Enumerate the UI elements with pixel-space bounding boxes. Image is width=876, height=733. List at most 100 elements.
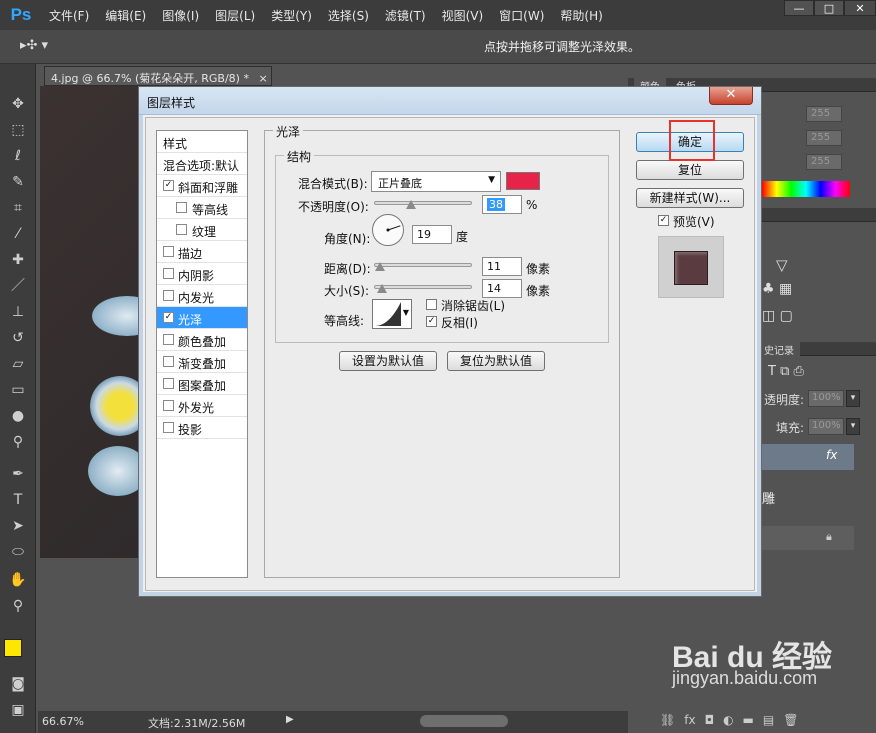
- eraser-tool-icon[interactable]: ▱: [8, 354, 28, 374]
- style-checkbox[interactable]: [163, 290, 174, 301]
- menu-layer[interactable]: 图层(L): [208, 7, 264, 24]
- menu-type[interactable]: 类型(Y): [264, 7, 321, 24]
- quick-mask-icon[interactable]: ◙: [8, 674, 28, 694]
- style-checkbox[interactable]: [163, 356, 174, 367]
- zoom-tool-icon[interactable]: ⚲: [8, 596, 28, 616]
- dodge-tool-icon[interactable]: ⚲: [8, 432, 28, 452]
- style-list-item[interactable]: 渐变叠加: [157, 351, 247, 373]
- menu-edit[interactable]: 编辑(E): [98, 7, 155, 24]
- chevron-down-icon[interactable]: ▾: [846, 418, 860, 435]
- style-list-item[interactable]: 样式: [157, 131, 247, 153]
- foreground-color-swatch[interactable]: [4, 639, 22, 657]
- style-checkbox[interactable]: [163, 268, 174, 279]
- distance-slider-thumb[interactable]: [375, 262, 385, 271]
- style-list-item[interactable]: ✓ 斜面和浮雕: [157, 175, 247, 197]
- style-list-item[interactable]: 外发光: [157, 395, 247, 417]
- fx-icon[interactable]: fx: [684, 713, 695, 727]
- size-slider[interactable]: [374, 285, 472, 289]
- invert-checkbox[interactable]: ✓: [426, 316, 437, 327]
- horizontal-scrollbar[interactable]: [420, 715, 508, 727]
- opacity-slider-thumb[interactable]: [406, 200, 417, 209]
- reset-button[interactable]: 复位: [636, 160, 744, 180]
- quick-select-tool-icon[interactable]: ✎: [8, 172, 28, 192]
- style-checkbox[interactable]: [163, 400, 174, 411]
- style-checkbox[interactable]: [176, 202, 187, 213]
- angle-dial[interactable]: [372, 214, 404, 246]
- tab-close-icon[interactable]: ×: [258, 72, 267, 85]
- tab-history[interactable]: 史记录: [758, 342, 800, 357]
- style-checkbox[interactable]: ✓: [163, 312, 174, 323]
- shape-tool-icon[interactable]: ⬭: [8, 542, 28, 562]
- color-spectrum[interactable]: [762, 181, 850, 197]
- zoom-level[interactable]: 66.67%: [42, 715, 84, 728]
- style-list-item[interactable]: 混合选项:默认: [157, 153, 247, 175]
- document-tab[interactable]: 4.jpg @ 66.7% (菊花朵朵开, RGB/8) * ×: [44, 66, 272, 86]
- style-list-item[interactable]: 图案叠加: [157, 373, 247, 395]
- move-tool-icon[interactable]: ✥: [8, 94, 28, 114]
- style-checkbox[interactable]: [163, 246, 174, 257]
- adjustment-icons[interactable]: ▽: [776, 256, 788, 274]
- style-list-item[interactable]: 颜色叠加: [157, 329, 247, 351]
- menu-filter[interactable]: 滤镜(T): [378, 7, 435, 24]
- menu-image[interactable]: 图像(I): [155, 7, 208, 24]
- opacity-slider[interactable]: [374, 201, 472, 205]
- style-list-item[interactable]: 纹理: [157, 219, 247, 241]
- style-list-item[interactable]: ✓ 光泽: [157, 307, 247, 329]
- restore-button[interactable]: □: [814, 0, 844, 16]
- brush-tool-icon[interactable]: ／: [8, 276, 28, 296]
- blend-mode-select[interactable]: 正片叠底 ▼: [371, 171, 501, 192]
- menu-window[interactable]: 窗口(W): [492, 7, 553, 24]
- size-input[interactable]: 14: [482, 279, 522, 298]
- set-default-button[interactable]: 设置为默认值: [339, 351, 437, 371]
- close-button[interactable]: ✕: [844, 0, 876, 16]
- style-list-item[interactable]: 内阴影: [157, 263, 247, 285]
- minimize-button[interactable]: —: [784, 0, 814, 16]
- stamp-tool-icon[interactable]: ⊥: [8, 302, 28, 322]
- contour-picker[interactable]: ▼: [372, 299, 412, 329]
- healing-brush-icon[interactable]: ✚: [8, 250, 28, 270]
- layer-filter-icons[interactable]: T ⧉ ⎙: [768, 364, 804, 379]
- style-list-item[interactable]: 投影: [157, 417, 247, 439]
- folder-icon[interactable]: ▬: [743, 713, 754, 727]
- hand-tool-icon[interactable]: ✋: [8, 570, 28, 590]
- adjustment-icons[interactable]: ♣ ▦: [762, 281, 792, 297]
- distance-slider[interactable]: [374, 263, 472, 267]
- fx-icon[interactable]: fx: [826, 448, 837, 462]
- pen-tool-icon[interactable]: ✒: [8, 464, 28, 484]
- layer-row-selected[interactable]: fx: [760, 444, 854, 470]
- color-g-value[interactable]: 255: [806, 130, 842, 146]
- adjustment-icons[interactable]: ◫ ▢: [762, 308, 793, 324]
- gradient-tool-icon[interactable]: ▭: [8, 380, 28, 400]
- antialias-checkbox[interactable]: [426, 299, 437, 310]
- preview-checkbox[interactable]: ✓: [658, 215, 669, 226]
- lasso-tool-icon[interactable]: ℓ: [8, 146, 28, 166]
- color-r-value[interactable]: 255: [806, 106, 842, 122]
- style-checkbox[interactable]: [163, 334, 174, 345]
- history-brush-icon[interactable]: ↺: [8, 328, 28, 348]
- angle-input[interactable]: 19: [412, 225, 452, 244]
- path-select-icon[interactable]: ➤: [8, 516, 28, 536]
- satin-color-swatch[interactable]: [506, 172, 540, 190]
- reset-default-button[interactable]: 复位为默认值: [447, 351, 545, 371]
- layer-row-background[interactable]: 🔒︎: [760, 526, 854, 550]
- play-icon[interactable]: ▶: [286, 714, 294, 725]
- layers-fill-input[interactable]: 100%: [808, 418, 844, 435]
- style-list-item[interactable]: 描边: [157, 241, 247, 263]
- color-b-value[interactable]: 255: [806, 154, 842, 170]
- style-list-item[interactable]: 等高线: [157, 197, 247, 219]
- move-tool-icon[interactable]: ▸✣ ▾: [20, 38, 48, 53]
- link-icon[interactable]: ⛓: [660, 713, 675, 727]
- screen-mode-icon[interactable]: ▣: [8, 700, 28, 720]
- menu-view[interactable]: 视图(V): [435, 7, 493, 24]
- blur-tool-icon[interactable]: ●: [8, 406, 28, 426]
- opacity-input[interactable]: 38: [482, 195, 522, 214]
- menu-help[interactable]: 帮助(H): [553, 7, 611, 24]
- dialog-titlebar[interactable]: 图层样式 ✕: [139, 87, 761, 115]
- menu-select[interactable]: 选择(S): [321, 7, 378, 24]
- new-style-button[interactable]: 新建样式(W)...: [636, 188, 744, 208]
- chevron-down-icon[interactable]: ▾: [846, 390, 860, 407]
- eyedropper-tool-icon[interactable]: ⁄: [8, 224, 28, 244]
- style-checkbox[interactable]: ✓: [163, 180, 174, 191]
- trash-icon[interactable]: 🗑︎: [783, 713, 798, 727]
- mask-icon[interactable]: ◘: [705, 713, 715, 727]
